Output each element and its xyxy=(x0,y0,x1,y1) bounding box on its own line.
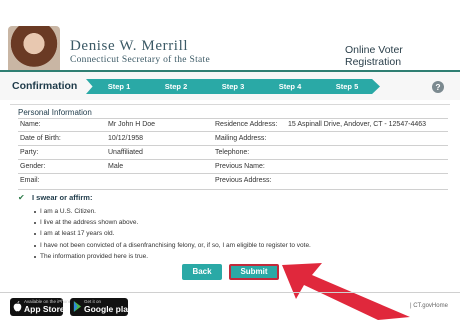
footer-divider xyxy=(0,292,460,293)
telephone-label: Telephone: xyxy=(215,149,250,156)
pointer-arrow-icon xyxy=(282,263,410,320)
google-play-badge[interactable]: Get it on Google play xyxy=(70,298,133,316)
divider xyxy=(18,159,448,160)
apple-icon xyxy=(13,301,22,312)
dob-value: 10/12/1958 xyxy=(108,135,144,142)
affirmation-list: I am a U.S. Citizen. I live at the addre… xyxy=(34,206,311,262)
divider xyxy=(18,173,448,174)
ct-gov-home-link[interactable]: | CT.govHome xyxy=(410,303,448,309)
google-play-icon xyxy=(73,301,82,312)
residence-label: Residence Address: xyxy=(215,121,278,128)
step-bar: Confirmation Step 1 Step 2 Step 3 Step 4… xyxy=(0,72,460,100)
step-5: Step 5 xyxy=(314,79,380,94)
step-2: Step 2 xyxy=(143,79,209,94)
mailing-label: Mailing Address: xyxy=(215,135,267,142)
gender-label: Gender: xyxy=(20,163,46,170)
brand-name: Denise W. Merrill xyxy=(70,38,189,54)
step-3: Step 3 xyxy=(200,79,266,94)
step-1: Step 1 xyxy=(86,79,152,94)
header: Denise W. Merrill Connecticut Secretary … xyxy=(0,0,460,70)
dob-label: Date of Birth: xyxy=(20,135,61,142)
residence-value: 15 Aspinall Drive, Andover, CT - 12547-4… xyxy=(288,121,427,128)
divider xyxy=(18,189,448,190)
divider xyxy=(18,131,448,132)
checkmark-icon: ✔ xyxy=(18,193,25,202)
avatar xyxy=(8,26,60,70)
affirmation-title: I swear or affirm: xyxy=(32,193,93,202)
previous-address-label: Previous Address: xyxy=(215,177,272,184)
gender-value: Male xyxy=(108,163,124,170)
list-item: I am at least 17 years old. xyxy=(34,228,311,239)
step-4: Step 4 xyxy=(257,79,323,94)
help-icon[interactable]: ? xyxy=(432,81,444,93)
party-label: Party: xyxy=(20,149,39,156)
name-value: Mr John H Doe xyxy=(108,121,156,128)
page-title: Confirmation xyxy=(12,80,78,92)
divider xyxy=(18,118,448,119)
name-label: Name: xyxy=(20,121,41,128)
list-item: I have not been convicted of a disenfran… xyxy=(34,240,311,251)
app-store-badge[interactable]: Available on the iPhone App Store xyxy=(10,298,71,316)
party-value: Unaffiliated xyxy=(108,149,143,156)
page-heading: Online Voter Registration xyxy=(345,44,403,68)
divider xyxy=(18,145,448,146)
brand-subtitle: Connecticut Secretary of the State xyxy=(70,55,210,65)
back-button[interactable]: Back xyxy=(182,264,222,280)
app-store-label: App Store xyxy=(24,304,65,314)
list-item: I am a U.S. Citizen. xyxy=(34,206,311,217)
section-title: Personal Information xyxy=(18,108,92,117)
list-item: I live at the address shown above. xyxy=(34,217,311,228)
email-label: Email: xyxy=(20,177,40,184)
previous-name-label: Previous Name: xyxy=(215,163,265,170)
google-play-label: Google play xyxy=(84,304,133,314)
